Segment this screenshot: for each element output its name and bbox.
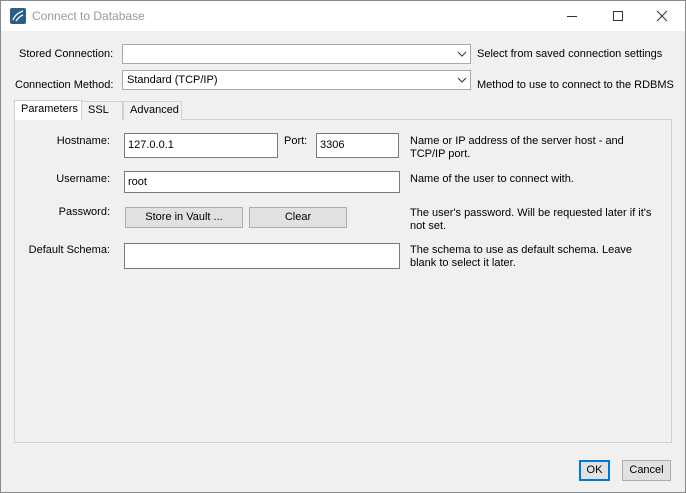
connection-method-help: Method to use to connect to the RDBMS bbox=[477, 79, 674, 91]
connection-method-select[interactable]: Standard (TCP/IP) bbox=[122, 70, 471, 90]
maximize-button[interactable] bbox=[595, 1, 641, 31]
ok-button[interactable]: OK bbox=[579, 460, 610, 481]
tab-parameters[interactable]: Parameters bbox=[14, 100, 82, 120]
hostname-help-line2: TCP/IP port. bbox=[410, 148, 471, 160]
default-schema-input[interactable] bbox=[124, 243, 400, 269]
stored-connection-help: Select from saved connection settings bbox=[477, 48, 663, 60]
mysql-workbench-icon bbox=[10, 8, 26, 24]
stored-connection-select[interactable] bbox=[122, 44, 471, 64]
minimize-button[interactable] bbox=[549, 1, 595, 31]
password-label: Password: bbox=[58, 206, 110, 218]
port-label: Port: bbox=[284, 135, 308, 147]
hostname-input[interactable]: 127.0.0.1 bbox=[124, 133, 278, 158]
clear-password-button[interactable]: Clear bbox=[249, 207, 347, 228]
chevron-down-icon bbox=[457, 77, 467, 83]
store-in-vault-button[interactable]: Store in Vault ... bbox=[125, 207, 243, 228]
connection-method-label: Connection Method: bbox=[15, 79, 114, 91]
password-help-line1: The user's password. Will be requested l… bbox=[410, 207, 652, 219]
close-icon bbox=[656, 10, 668, 22]
password-help-line2: not set. bbox=[410, 220, 447, 232]
default-schema-label: Default Schema: bbox=[28, 244, 110, 256]
default-schema-help-line2: blank to select it later. bbox=[410, 257, 516, 269]
connection-method-value: Standard (TCP/IP) bbox=[127, 74, 218, 86]
connect-dialog: Connect to Database Stored Connection: S… bbox=[0, 0, 686, 493]
tab-ssl[interactable]: SSL bbox=[81, 101, 123, 120]
cancel-button[interactable]: Cancel bbox=[622, 460, 671, 481]
minimize-icon bbox=[567, 16, 577, 17]
tab-panel-parameters bbox=[14, 119, 672, 443]
tab-advanced[interactable]: Advanced bbox=[123, 101, 182, 120]
username-input[interactable]: root bbox=[124, 171, 400, 193]
close-button[interactable] bbox=[639, 1, 685, 31]
default-schema-help-line1: The schema to use as default schema. Lea… bbox=[410, 244, 632, 256]
hostname-label: Hostname: bbox=[56, 135, 110, 147]
hostname-help-line1: Name or IP address of the server host - … bbox=[410, 135, 624, 147]
maximize-icon bbox=[613, 11, 623, 21]
username-label: Username: bbox=[56, 173, 110, 185]
stored-connection-label: Stored Connection: bbox=[19, 48, 114, 60]
window-title: Connect to Database bbox=[32, 9, 145, 23]
username-help: Name of the user to connect with. bbox=[410, 173, 574, 185]
title-bar: Connect to Database bbox=[1, 1, 685, 31]
port-input[interactable]: 3306 bbox=[316, 133, 399, 158]
chevron-down-icon bbox=[457, 51, 467, 57]
